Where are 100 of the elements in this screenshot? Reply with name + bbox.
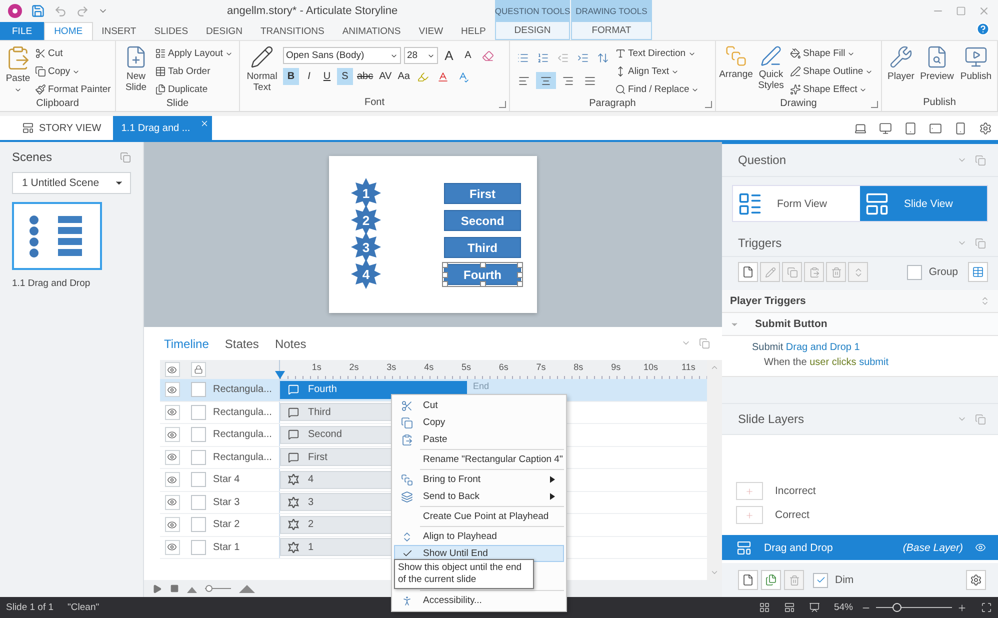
play-icon[interactable] bbox=[152, 584, 162, 594]
visibility-toggle[interactable] bbox=[164, 404, 180, 420]
quick-styles-button[interactable]: Quick Styles bbox=[755, 45, 787, 98]
file-tab[interactable]: FILE bbox=[0, 22, 44, 40]
arrange-button[interactable]: Arrange bbox=[720, 45, 752, 98]
layer-row[interactable]: Correct bbox=[722, 503, 998, 527]
restore-icon[interactable] bbox=[975, 238, 986, 248]
lock-toggle[interactable] bbox=[191, 362, 206, 377]
normal-view-icon[interactable] bbox=[784, 602, 795, 613]
view-toggle[interactable]: Slide View bbox=[860, 186, 987, 221]
new-slide-button[interactable]: New Slide bbox=[120, 45, 152, 98]
delete-layer-button[interactable] bbox=[784, 570, 804, 590]
lock-checkbox[interactable] bbox=[191, 540, 206, 555]
copy-trigger-button[interactable] bbox=[782, 262, 802, 282]
collapse-icon[interactable] bbox=[980, 296, 990, 306]
menu-item[interactable]: Accessibility... bbox=[394, 592, 564, 609]
ribbon-tab[interactable]: DESIGN bbox=[197, 22, 252, 40]
ribbon-button[interactable]: Shape Outline bbox=[790, 63, 874, 80]
delete-trigger-button[interactable] bbox=[826, 262, 846, 282]
ribbon-tab[interactable]: HOME bbox=[44, 22, 93, 40]
ribbon-button[interactable]: Cut bbox=[35, 45, 111, 62]
ribbon-button[interactable]: Align Text bbox=[615, 63, 700, 80]
zoom-in-icon[interactable] bbox=[957, 602, 967, 612]
launcher-icon[interactable] bbox=[499, 101, 506, 108]
launcher-icon[interactable] bbox=[871, 101, 878, 108]
duplicate-layer-button[interactable] bbox=[761, 570, 781, 590]
variables-button[interactable] bbox=[968, 262, 988, 282]
ribbon-tab[interactable]: ANIMATIONS bbox=[333, 22, 410, 40]
new-trigger-button[interactable] bbox=[738, 262, 758, 282]
trigger-condition[interactable]: When the user clicks submit bbox=[752, 357, 889, 368]
tablet-icon[interactable] bbox=[904, 122, 917, 134]
restore-icon[interactable] bbox=[699, 338, 710, 349]
slide-thumbnail[interactable] bbox=[12, 202, 102, 270]
lock-checkbox[interactable] bbox=[191, 472, 206, 488]
close-icon[interactable] bbox=[200, 119, 210, 128]
maximize-icon[interactable] bbox=[956, 6, 966, 16]
format-button[interactable]: B bbox=[283, 68, 299, 85]
layer-row[interactable]: Incorrect bbox=[722, 479, 998, 503]
view-toggle[interactable]: Form View bbox=[733, 186, 860, 221]
lock-checkbox[interactable] bbox=[191, 450, 206, 465]
ribbon-button[interactable]: Copy bbox=[35, 63, 111, 80]
ribbon-button[interactable]: Apply Layout bbox=[155, 45, 233, 62]
undo-icon[interactable] bbox=[54, 4, 67, 18]
lock-checkbox[interactable] bbox=[191, 404, 206, 420]
ribbon-button[interactable]: Duplicate bbox=[155, 81, 233, 98]
eye-icon[interactable] bbox=[975, 542, 986, 553]
ribbon-tab[interactable]: TRANSITIONS bbox=[251, 22, 334, 40]
ribbon-button[interactable]: Text Direction bbox=[615, 45, 700, 62]
paste-button[interactable]: Paste bbox=[4, 45, 32, 98]
ribbon-button[interactable]: Shape Effect bbox=[790, 81, 874, 98]
monitor-icon[interactable] bbox=[879, 122, 892, 134]
scrollbar[interactable] bbox=[707, 360, 722, 580]
lock-checkbox[interactable] bbox=[191, 494, 206, 510]
ribbon-tab[interactable]: DESIGN bbox=[494, 22, 570, 40]
timeline-zoom-slider[interactable] bbox=[205, 588, 231, 589]
visibility-toggle[interactable] bbox=[164, 472, 180, 488]
visibility-toggle[interactable] bbox=[164, 427, 180, 442]
small-mountain-icon[interactable] bbox=[187, 584, 197, 592]
visibility-toggle[interactable] bbox=[164, 494, 180, 510]
lock-checkbox[interactable] bbox=[191, 382, 206, 398]
ribbon-button[interactable]: Find / Replace bbox=[615, 81, 700, 98]
font-field[interactable]: Open Sans (Body) bbox=[283, 47, 401, 64]
presentation-icon[interactable] bbox=[808, 602, 820, 613]
ribbon-button[interactable]: Format Painter bbox=[35, 81, 111, 98]
ribbon-tab[interactable]: INSERT bbox=[92, 22, 146, 40]
panel-tab[interactable]: Notes bbox=[274, 336, 306, 350]
restore-icon[interactable] bbox=[975, 414, 986, 424]
visibility-toggle[interactable] bbox=[164, 517, 180, 532]
group-checkbox[interactable] bbox=[906, 264, 922, 280]
ribbon-button[interactable]: Publish bbox=[958, 45, 994, 97]
slider-thumb[interactable] bbox=[205, 585, 212, 592]
ribbon-button[interactable]: Player bbox=[886, 45, 916, 97]
stop-icon[interactable] bbox=[170, 584, 179, 593]
lock-checkbox[interactable] bbox=[191, 517, 206, 532]
ribbon-button[interactable]: Tab Order bbox=[155, 63, 233, 80]
size-field[interactable]: 28 bbox=[404, 47, 438, 64]
visibility-toggle[interactable] bbox=[164, 362, 180, 377]
document-tab[interactable]: STORY VIEW bbox=[14, 116, 114, 140]
layer-row[interactable]: Drag and Drop (Base Layer) bbox=[722, 535, 998, 560]
ribbon-tab[interactable]: FORMAT bbox=[571, 22, 652, 40]
laptop-icon[interactable] bbox=[854, 122, 867, 134]
close-icon[interactable] bbox=[978, 5, 990, 17]
fit-icon[interactable] bbox=[981, 602, 992, 613]
ribbon-button[interactable]: Shape Fill bbox=[790, 45, 874, 62]
paste-trigger-button[interactable] bbox=[804, 262, 824, 282]
restore-icon[interactable] bbox=[120, 152, 131, 162]
dim-checkbox[interactable] bbox=[813, 572, 828, 588]
format-button[interactable]: Aa bbox=[396, 68, 412, 85]
help-icon[interactable] bbox=[976, 22, 990, 36]
settings-icon[interactable] bbox=[979, 122, 992, 134]
redo-icon[interactable] bbox=[76, 4, 89, 18]
document-tab[interactable]: 1.1 Drag and ... bbox=[113, 116, 212, 140]
format-button[interactable]: S bbox=[337, 68, 353, 85]
large-mountain-icon[interactable] bbox=[239, 584, 255, 593]
phone-icon[interactable] bbox=[954, 122, 967, 134]
ribbon-tab[interactable]: HELP bbox=[452, 22, 495, 40]
normal-text-button[interactable]: Normal Text bbox=[244, 45, 280, 97]
visibility-toggle[interactable] bbox=[164, 382, 180, 398]
tablet-landscape-icon[interactable] bbox=[929, 122, 942, 134]
panel-tab[interactable]: States bbox=[224, 336, 259, 350]
